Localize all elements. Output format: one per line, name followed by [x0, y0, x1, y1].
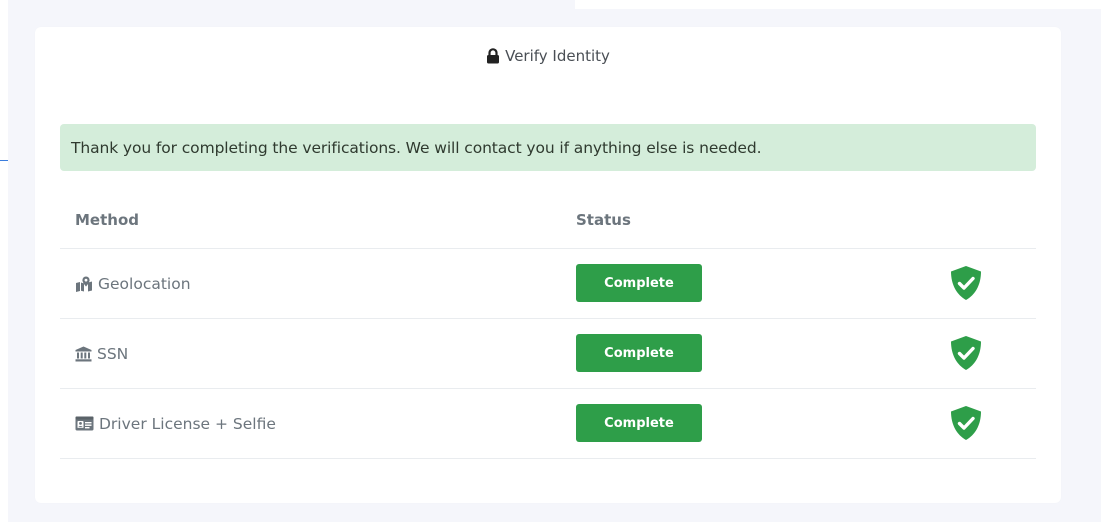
lock-icon	[486, 48, 500, 64]
method-label: SSN	[97, 344, 129, 363]
column-header-status: Status	[576, 211, 631, 229]
method-cell: Geolocation	[75, 249, 191, 318]
status-button-geolocation[interactable]: Complete	[576, 264, 702, 302]
method-cell: SSN	[75, 319, 128, 388]
id-card-icon	[75, 416, 94, 431]
method-label: Geolocation	[98, 274, 191, 293]
success-alert: Thank you for completing the verificatio…	[60, 124, 1036, 171]
left-panel-edge	[0, 0, 8, 522]
shield-check-icon	[949, 335, 983, 371]
top-bar-edge	[575, 0, 1101, 9]
status-button-driver-license[interactable]: Complete	[576, 404, 702, 442]
status-button-ssn[interactable]: Complete	[576, 334, 702, 372]
table-row: Driver License + Selfie Complete	[60, 389, 1036, 459]
verification-table: Method Status Geolocation Complete SSN C…	[60, 199, 1036, 459]
table-row: SSN Complete	[60, 319, 1036, 389]
method-cell: Driver License + Selfie	[75, 389, 276, 458]
bank-icon	[75, 346, 92, 362]
left-panel-divider	[0, 160, 8, 161]
card-title: Verify Identity	[505, 47, 610, 65]
shield-check-icon	[949, 405, 983, 441]
card-header: Verify Identity	[35, 47, 1061, 65]
alert-message: Thank you for completing the verificatio…	[71, 138, 762, 157]
table-row: Geolocation Complete	[60, 249, 1036, 319]
table-header: Method Status	[60, 199, 1036, 249]
map-marked-icon	[75, 276, 93, 292]
verify-identity-card: Verify Identity Thank you for completing…	[35, 27, 1061, 503]
column-header-method: Method	[75, 211, 139, 229]
shield-check-icon	[949, 265, 983, 301]
method-label: Driver License + Selfie	[99, 414, 276, 433]
